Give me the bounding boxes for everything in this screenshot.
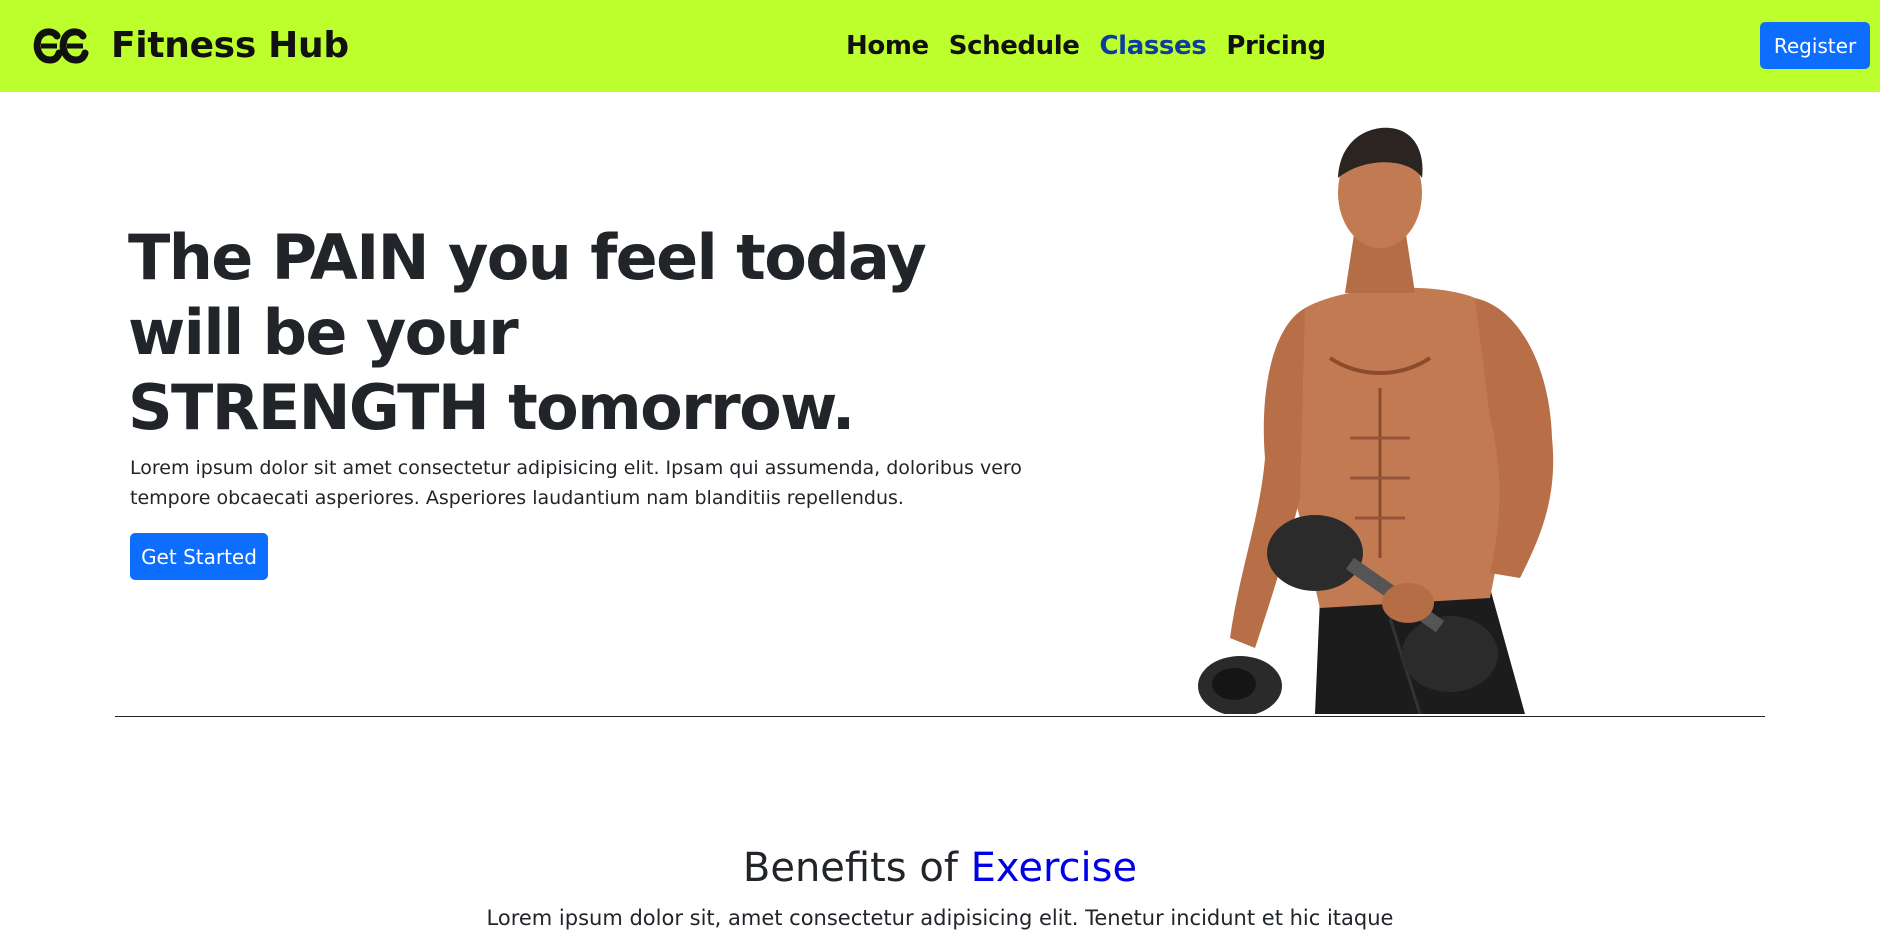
register-button[interactable]: Register — [1760, 22, 1870, 69]
benefits-title-prefix: Benefits of — [742, 845, 971, 891]
brand-link[interactable]: Fitness Hub — [33, 24, 349, 68]
navbar: Fitness Hub Home Schedule Classes Pricin… — [0, 0, 1880, 92]
hero-title-line: The PAIN you feel today — [128, 221, 927, 294]
double-c-logo-icon — [33, 28, 89, 64]
hero-title-line: will be your — [128, 296, 519, 369]
get-started-button[interactable]: Get Started — [130, 533, 268, 580]
nav-link-classes[interactable]: Classes — [1100, 25, 1207, 67]
hero-description: Lorem ipsum dolor sit amet consectetur a… — [130, 453, 1030, 513]
hero-title-line: STRENGTH tomorrow. — [128, 371, 855, 444]
hero-text-line: Lorem ipsum dolor sit amet consectetur a… — [130, 457, 1022, 479]
section-divider — [115, 716, 1765, 717]
benefits-title-accent: Exercise — [970, 845, 1138, 891]
benefits-title: Benefits of Exercise — [0, 842, 1880, 894]
brand-name: Fitness Hub — [111, 25, 349, 66]
nav-link-schedule[interactable]: Schedule — [949, 25, 1080, 67]
nav-link-home[interactable]: Home — [846, 25, 929, 67]
left-dumbbell-shape — [1198, 656, 1282, 714]
bodybuilder-image — [1198, 127, 1554, 714]
benefits-description: Lorem ipsum dolor sit, amet consectetur … — [486, 906, 1394, 930]
nav-link-pricing[interactable]: Pricing — [1226, 25, 1326, 67]
hero-title: The PAIN you feel today will be your STR… — [128, 220, 1028, 445]
main-nav: Home Schedule Classes Pricing — [846, 25, 1326, 67]
hero-text-line: tempore obcaecati asperiores. Asperiores… — [130, 487, 904, 509]
